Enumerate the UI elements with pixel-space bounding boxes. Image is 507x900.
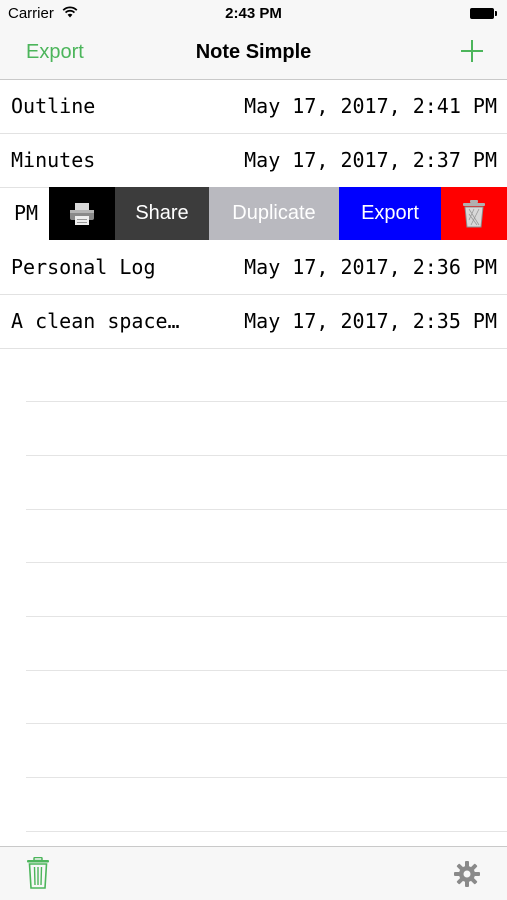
note-date-fragment: PM bbox=[14, 201, 39, 225]
empty-row-divider bbox=[26, 616, 507, 617]
note-list-continued: Personal Log May 17, 2017, 2:36 PM A cle… bbox=[0, 241, 507, 349]
trash-icon[interactable] bbox=[26, 857, 50, 889]
empty-row-divider bbox=[26, 562, 507, 563]
print-button[interactable] bbox=[49, 187, 115, 240]
gear-icon[interactable] bbox=[453, 860, 481, 888]
status-bar: Carrier 2:43 PM bbox=[0, 0, 507, 28]
note-row-minutes[interactable]: Minutes May 17, 2017, 2:37 PM bbox=[0, 134, 507, 188]
battery-icon bbox=[470, 8, 499, 20]
empty-row-divider bbox=[26, 401, 507, 402]
empty-row-divider bbox=[26, 670, 507, 671]
add-note-button[interactable] bbox=[459, 36, 485, 66]
note-title: Outline bbox=[11, 94, 96, 118]
note-date: May 17, 2017, 2:35 PM bbox=[244, 309, 497, 333]
empty-row-divider bbox=[26, 777, 507, 778]
note-list: Outline May 17, 2017, 2:41 PM Minutes Ma… bbox=[0, 80, 507, 188]
navigation-bar: Export Note Simple bbox=[0, 28, 507, 80]
page-title: Note Simple bbox=[195, 41, 312, 63]
trash-icon bbox=[463, 199, 485, 227]
empty-row-divider bbox=[26, 831, 507, 832]
empty-row-divider bbox=[26, 455, 507, 456]
note-row-clean-space[interactable]: A clean space… May 17, 2017, 2:35 PM bbox=[0, 295, 507, 349]
export-action-button[interactable]: Export bbox=[339, 187, 441, 240]
note-title: A clean space… bbox=[11, 309, 180, 333]
bottom-toolbar bbox=[0, 846, 507, 900]
status-time: 2:43 PM bbox=[225, 5, 282, 22]
share-action-button[interactable]: Share bbox=[115, 187, 209, 240]
empty-row-divider bbox=[26, 509, 507, 510]
note-row-outline[interactable]: Outline May 17, 2017, 2:41 PM bbox=[0, 80, 507, 134]
delete-action-button[interactable] bbox=[441, 187, 507, 240]
note-title: Personal Log bbox=[11, 255, 156, 279]
note-row-personal-log[interactable]: Personal Log May 17, 2017, 2:36 PM bbox=[0, 241, 507, 295]
swiped-note-row[interactable]: PM Share Duplicate Export bbox=[0, 187, 507, 240]
note-title: Minutes bbox=[11, 148, 96, 172]
empty-row-divider bbox=[26, 723, 507, 724]
note-date: May 17, 2017, 2:36 PM bbox=[244, 255, 497, 279]
duplicate-action-button[interactable]: Duplicate bbox=[209, 187, 339, 240]
printer-icon bbox=[70, 202, 94, 225]
note-date: May 17, 2017, 2:37 PM bbox=[244, 148, 497, 172]
note-date: May 17, 2017, 2:41 PM bbox=[244, 94, 497, 118]
